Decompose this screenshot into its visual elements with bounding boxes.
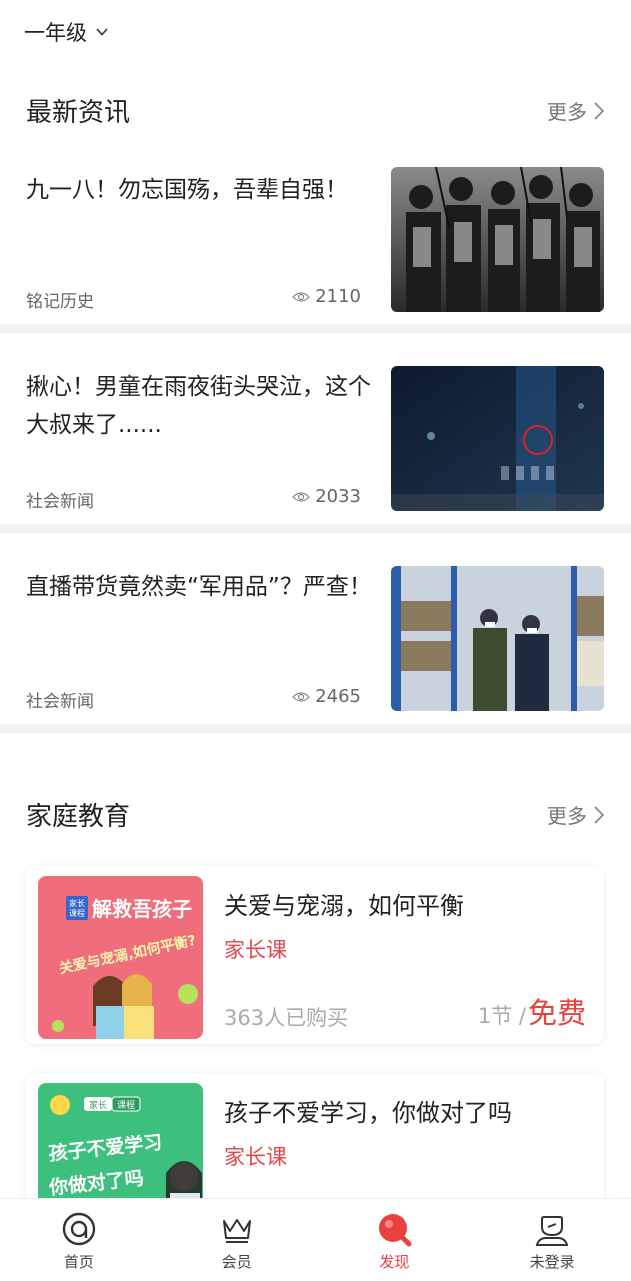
eye-icon [292, 291, 311, 302]
chevron-right-icon [594, 101, 605, 120]
course-thumbnail: 家长 课程 孩子不爱学习 你做对了吗 [38, 1083, 203, 1213]
chevron-right-icon [594, 805, 605, 824]
news-view-count: 2110 [315, 286, 361, 307]
course-price: 1节 / 免费 [478, 990, 586, 1032]
nav-label: 首页 [63, 1253, 94, 1271]
edu-section-header: 家庭教育 更多 [26, 796, 605, 833]
news-view-count: 2033 [315, 486, 361, 507]
news-section-title: 最新资讯 [26, 98, 131, 128]
course-badge: 家长 [89, 1099, 107, 1111]
edu-more-link[interactable]: 更多 [547, 800, 605, 829]
news-title: 直播带货竟然卖“军用品”？严查！ [26, 574, 372, 600]
nav-item-profile[interactable]: 未登录 [473, 1199, 631, 1281]
news-section-header: 最新资讯 更多 [26, 92, 605, 129]
nav-label: 未登录 [529, 1253, 575, 1271]
course-badge: 课程 [117, 1100, 135, 1111]
course-title: 孩子不爱学习，你做对了吗 [224, 1099, 512, 1127]
news-category: 社会新闻 [26, 492, 94, 512]
news-category: 铭记历史 [26, 292, 94, 312]
grade-selector[interactable]: 一年级 [24, 14, 109, 50]
eye-icon [292, 691, 311, 702]
chevron-down-icon [96, 28, 108, 36]
course-thumbnail: 家长 课程 解救吾孩子 关爱与宠溺,如何平衡? [38, 876, 203, 1039]
edu-more-label: 更多 [547, 804, 587, 828]
news-category: 社会新闻 [26, 692, 94, 712]
grade-label: 一年级 [24, 21, 87, 45]
news-item[interactable]: 九一八！勿忘国殇，吾辈自强！ 铭记历史 2110 [0, 167, 631, 343]
nav-item-home[interactable]: 首页 [0, 1199, 158, 1281]
edu-section-title: 家庭教育 [26, 802, 131, 832]
discover-icon [379, 1214, 412, 1247]
course-tag: 家长课 [224, 938, 287, 962]
nav-label: 会员 [221, 1253, 252, 1271]
news-thumbnail [391, 167, 604, 312]
nav-item-member[interactable]: 会员 [158, 1199, 316, 1281]
user-icon [535, 1216, 569, 1246]
course-thumb-heading: 解救吾孩子 [92, 897, 192, 921]
news-item[interactable]: 直播带货竟然卖“军用品”？严查！ 社会新闻 2465 [0, 566, 631, 742]
news-title: 九一八！勿忘国殇，吾辈自强！ [26, 177, 348, 203]
divider [0, 724, 631, 733]
news-title: 揪心！男童在雨夜街头哭泣，这个大叔来了...... [26, 374, 371, 438]
eye-icon [292, 491, 311, 502]
home-icon [62, 1212, 96, 1246]
course-badge: 课程 [69, 909, 85, 918]
news-views: 2110 [292, 286, 361, 307]
nav-item-discover[interactable]: 发现 [316, 1199, 474, 1281]
divider [0, 524, 631, 533]
course-free-price: 免费 [527, 996, 586, 1030]
course-badge: 家长 [69, 898, 85, 908]
course-buyers: 363人已购买 [224, 1006, 349, 1030]
news-thumbnail [391, 566, 604, 711]
course-card[interactable]: 家长 课程 孩子不爱学习 你做对了吗 孩子不爱学习，你做对了吗 家长课 [26, 1073, 604, 1213]
news-views: 2465 [292, 686, 361, 707]
news-more-label: 更多 [547, 100, 587, 124]
news-more-link[interactable]: 更多 [547, 96, 605, 125]
course-lessons: 1节 / [477, 1004, 526, 1028]
news-item[interactable]: 揪心！男童在雨夜街头哭泣，这个大叔来了...... 社会新闻 2033 [0, 366, 631, 542]
divider [0, 324, 631, 333]
course-tag: 家长课 [224, 1145, 287, 1169]
news-view-count: 2465 [315, 686, 361, 707]
bottom-nav: 首页 会员 发现 未登录 [0, 1198, 631, 1281]
news-thumbnail [391, 366, 604, 511]
course-card[interactable]: 家长 课程 解救吾孩子 关爱与宠溺,如何平衡? 关爱与宠溺，如何平衡 家长课 3… [26, 866, 604, 1044]
news-views: 2033 [292, 486, 361, 507]
course-title: 关爱与宠溺，如何平衡 [224, 892, 464, 920]
nav-label: 发现 [379, 1253, 410, 1271]
crown-icon [222, 1219, 251, 1243]
